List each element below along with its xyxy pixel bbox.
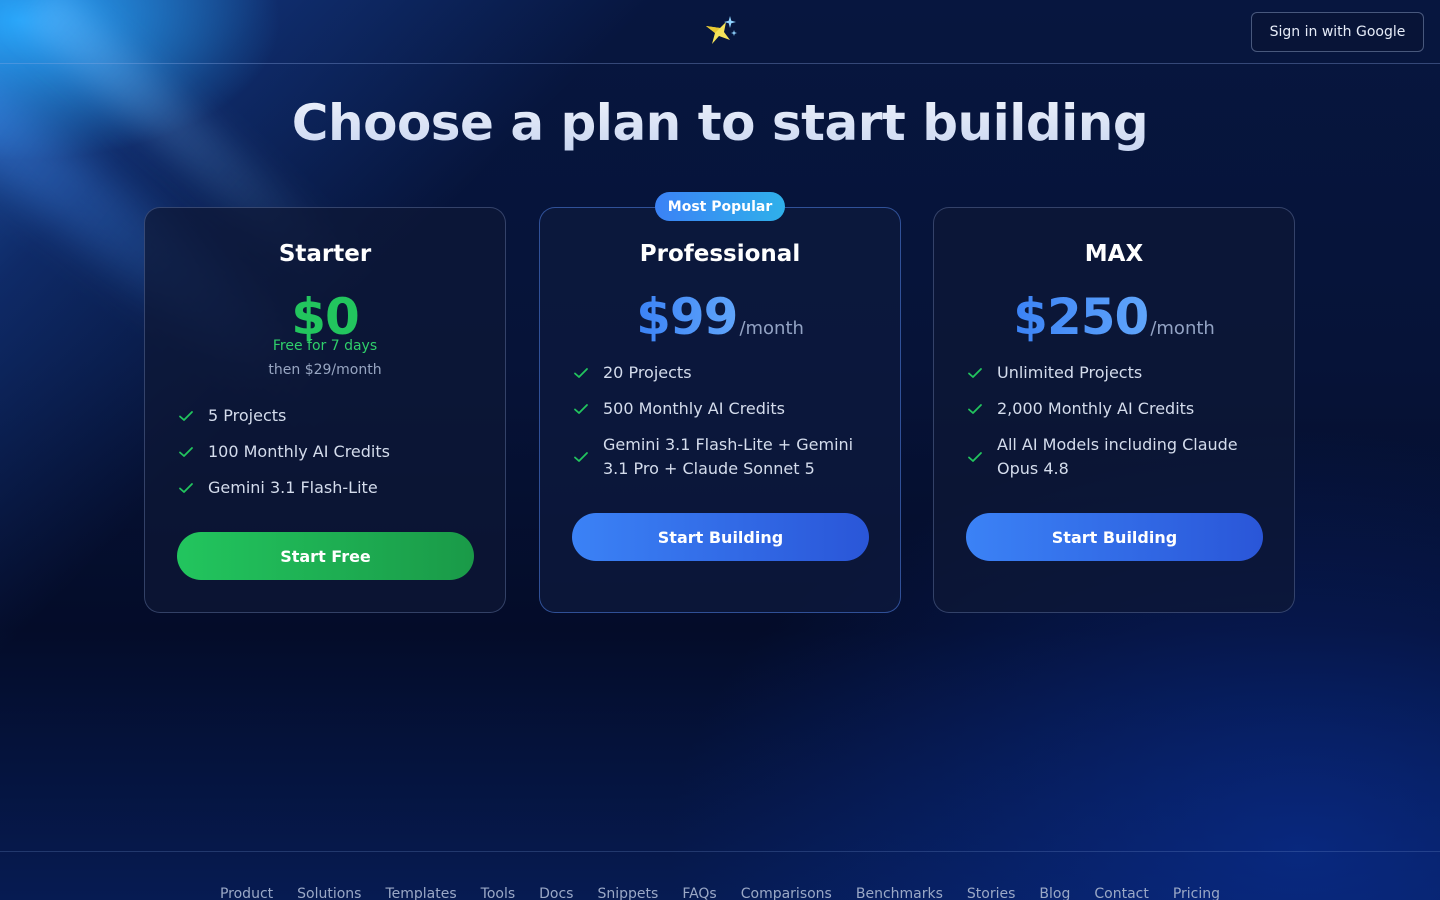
footer-link-snippets[interactable]: Snippets bbox=[597, 886, 658, 900]
footer-link-pricing[interactable]: Pricing bbox=[1173, 886, 1220, 900]
start-building-button-professional[interactable]: Start Building bbox=[572, 513, 869, 561]
page-title: Choose a plan to start building bbox=[0, 94, 1440, 152]
feature-label: 20 Projects bbox=[603, 363, 692, 382]
feature-label: 2,000 Monthly AI Credits bbox=[997, 399, 1195, 418]
feature-item: Gemini 3.1 Flash-Lite bbox=[178, 476, 478, 500]
price-period: /month bbox=[739, 318, 804, 339]
footer-link-faqs[interactable]: FAQs bbox=[682, 886, 716, 900]
feature-item: 5 Projects bbox=[178, 404, 478, 428]
price-row: $250 /month bbox=[934, 288, 1294, 346]
footer: Product Solutions Templates Tools Docs S… bbox=[0, 851, 1440, 900]
footer-nav: Product Solutions Templates Tools Docs S… bbox=[0, 886, 1440, 900]
plan-card-professional: Most Popular Professional $99 /month 20 … bbox=[539, 192, 901, 613]
check-icon bbox=[179, 447, 193, 457]
feature-item: 100 Monthly AI Credits bbox=[178, 440, 478, 464]
feature-list: Unlimited Projects 2,000 Monthly AI Cred… bbox=[967, 361, 1267, 493]
footer-link-product[interactable]: Product bbox=[220, 886, 273, 900]
check-icon bbox=[179, 411, 193, 421]
plan-price: $99 bbox=[636, 288, 738, 346]
footer-link-benchmarks[interactable]: Benchmarks bbox=[856, 886, 943, 900]
footer-link-blog[interactable]: Blog bbox=[1039, 886, 1070, 900]
start-building-button-max[interactable]: Start Building bbox=[966, 513, 1263, 561]
plan-card-max: MAX $250 /month Unlimited Projects 2,000… bbox=[933, 207, 1295, 613]
feature-list: 20 Projects 500 Monthly AI Credits Gemin… bbox=[573, 361, 873, 493]
sparkle-star-logo-icon[interactable] bbox=[704, 14, 738, 48]
feature-label: 5 Projects bbox=[208, 406, 287, 425]
check-icon bbox=[968, 452, 982, 462]
check-icon bbox=[574, 404, 588, 414]
check-icon bbox=[574, 452, 588, 462]
feature-label: Unlimited Projects bbox=[997, 363, 1143, 382]
plan-name: Professional bbox=[639, 241, 801, 267]
footer-link-solutions[interactable]: Solutions bbox=[297, 886, 361, 900]
feature-label: Gemini 3.1 Flash-Lite bbox=[208, 478, 378, 497]
check-icon bbox=[968, 404, 982, 414]
footer-link-docs[interactable]: Docs bbox=[539, 886, 573, 900]
feature-item: Gemini 3.1 Flash-Lite + Gemini 3.1 Pro +… bbox=[573, 433, 873, 481]
feature-label: Gemini 3.1 Flash-Lite + Gemini 3.1 Pro +… bbox=[603, 435, 854, 478]
sign-in-google-button[interactable]: Sign in with Google bbox=[1251, 12, 1424, 52]
plan-card-starter: Starter $0 Free for 7 days then $29/mont… bbox=[144, 207, 506, 613]
feature-item: 2,000 Monthly AI Credits bbox=[967, 397, 1267, 421]
footer-link-tools[interactable]: Tools bbox=[481, 886, 516, 900]
footer-link-templates[interactable]: Templates bbox=[385, 886, 456, 900]
feature-item: Unlimited Projects bbox=[967, 361, 1267, 385]
plan-price: $250 bbox=[1013, 288, 1149, 346]
check-icon bbox=[179, 483, 193, 493]
feature-label: 500 Monthly AI Credits bbox=[603, 399, 785, 418]
post-trial-price: then $29/month bbox=[268, 362, 382, 378]
feature-item: All AI Models including Claude Opus 4.8 bbox=[967, 433, 1267, 481]
top-bar: Sign in with Google bbox=[0, 0, 1440, 64]
footer-link-stories[interactable]: Stories bbox=[967, 886, 1016, 900]
check-icon bbox=[574, 368, 588, 378]
plan-name: Starter bbox=[278, 241, 372, 267]
footer-link-comparisons[interactable]: Comparisons bbox=[741, 886, 832, 900]
feature-item: 500 Monthly AI Credits bbox=[573, 397, 873, 421]
feature-item: 20 Projects bbox=[573, 361, 873, 385]
start-free-button[interactable]: Start Free bbox=[177, 532, 474, 580]
feature-list: 5 Projects 100 Monthly AI Credits Gemini… bbox=[178, 404, 478, 512]
plan-name: MAX bbox=[1084, 241, 1144, 267]
price-row: $99 /month bbox=[540, 288, 900, 346]
price-period: /month bbox=[1150, 318, 1215, 339]
footer-link-contact[interactable]: Contact bbox=[1094, 886, 1148, 900]
feature-label: All AI Models including Claude Opus 4.8 bbox=[997, 435, 1238, 478]
check-icon bbox=[968, 368, 982, 378]
most-popular-badge: Most Popular bbox=[655, 192, 785, 221]
trial-note: Free for 7 days bbox=[272, 338, 378, 354]
feature-label: 100 Monthly AI Credits bbox=[208, 442, 390, 461]
